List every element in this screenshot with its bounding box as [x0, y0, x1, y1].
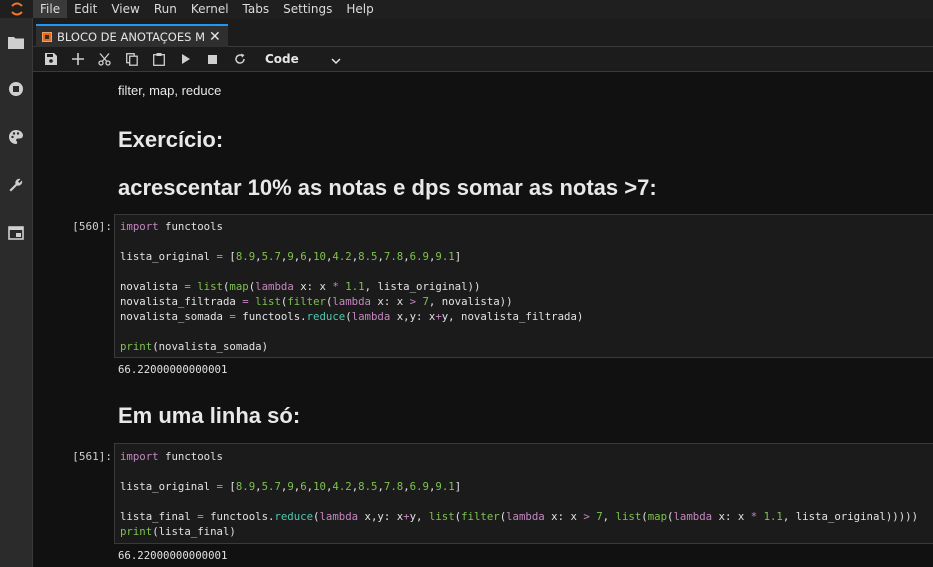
notebook-panel: filter, map, reduce Exercício: acrescent…: [34, 73, 933, 567]
cell-output: 66.22000000000001: [118, 549, 228, 562]
menu-edit[interactable]: Edit: [67, 0, 104, 18]
jupyter-logo-icon: [0, 0, 33, 18]
menu-kernel[interactable]: Kernel: [184, 0, 236, 18]
heading-em-uma-linha: Em uma linha só:: [118, 403, 301, 428]
code-cell-561[interactable]: import functools lista_original = [8.9,5…: [114, 443, 933, 544]
code-line: import functools: [120, 450, 223, 463]
restart-icon[interactable]: [226, 47, 253, 71]
menu-tabs[interactable]: Tabs: [236, 0, 277, 18]
cell-output: 66.22000000000001: [118, 363, 228, 376]
cut-icon[interactable]: [91, 47, 118, 71]
notebook-icon: [42, 31, 52, 42]
chevron-down-icon: [331, 50, 341, 69]
running-stop-icon[interactable]: [6, 79, 26, 99]
menu-settings[interactable]: Settings: [276, 0, 339, 18]
wrench-icon[interactable]: [6, 175, 26, 195]
palette-icon[interactable]: [6, 127, 26, 147]
stop-icon[interactable]: [199, 47, 226, 71]
markdown-intro: filter, map, reduce: [118, 83, 222, 98]
menu-run[interactable]: Run: [147, 0, 184, 18]
menu-file[interactable]: File: [33, 0, 68, 18]
code-line: lista_original = [8.9,5.7,9,6,10,4.2,8.5…: [120, 480, 462, 493]
notebook-tab[interactable]: BLOCO DE ANOTAÇOES Mo ✕: [36, 24, 228, 47]
code-line: import functools: [120, 220, 223, 233]
left-sidebar: [0, 18, 33, 567]
code-line: novalista_filtrada = list(filter(lambda …: [120, 295, 513, 308]
code-line: lista_final = functools.reduce(lambda x,…: [120, 510, 918, 523]
code-cell-560[interactable]: import functools lista_original = [8.9,5…: [114, 214, 933, 358]
notebook-toolbar: Code: [33, 47, 933, 72]
code-line: novalista_somada = functools.reduce(lamb…: [120, 310, 584, 323]
code-line: print(lista_final): [120, 525, 236, 538]
cell-type-label: Code: [265, 52, 299, 66]
tab-label: BLOCO DE ANOTAÇOES Mo: [57, 29, 205, 44]
paste-icon[interactable]: [145, 47, 172, 71]
heading-exercicio: Exercício:: [118, 127, 224, 152]
code-line: novalista = list(map(lambda x: x * 1.1, …: [120, 280, 481, 293]
tab-window-icon[interactable]: [6, 223, 26, 243]
menu-bar: File Edit View Run Kernel Tabs Settings …: [0, 0, 933, 18]
cell-type-select[interactable]: Code: [265, 50, 345, 69]
folder-icon[interactable]: [6, 32, 26, 52]
menu-help[interactable]: Help: [339, 0, 380, 18]
add-cell-icon[interactable]: [64, 47, 91, 71]
tab-bar: BLOCO DE ANOTAÇOES Mo ✕: [33, 18, 933, 47]
run-icon[interactable]: [172, 47, 199, 71]
cell-prompt: [561]:: [72, 450, 112, 463]
cell-prompt: [560]:: [72, 220, 112, 233]
code-line: print(novalista_somada): [120, 340, 269, 353]
copy-icon[interactable]: [118, 47, 145, 71]
menu-view[interactable]: View: [104, 0, 146, 18]
code-line: lista_original = [8.9,5.7,9,6,10,4.2,8.5…: [120, 250, 462, 263]
heading-acrescentar: acrescentar 10% as notas e dps somar as …: [118, 175, 657, 200]
save-icon[interactable]: [37, 47, 64, 71]
close-icon[interactable]: ✕: [209, 30, 221, 44]
